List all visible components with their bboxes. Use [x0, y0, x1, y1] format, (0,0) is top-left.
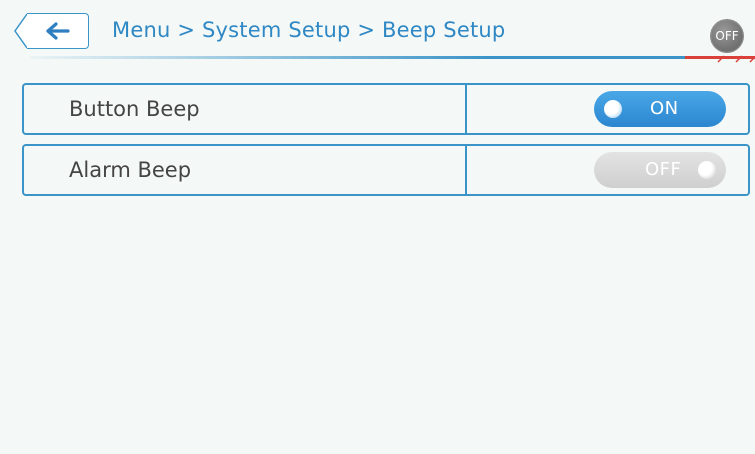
- status-badge[interactable]: OFF: [711, 20, 743, 52]
- back-button-edge: [14, 13, 28, 49]
- toggle-knob-icon: [698, 161, 716, 179]
- alert-stripe-decoration: [717, 55, 755, 63]
- toggle-state-label: OFF: [645, 159, 682, 180]
- header-divider: [30, 56, 685, 59]
- row-divider: [465, 146, 467, 194]
- breadcrumb: Menu > System Setup > Beep Setup: [112, 18, 506, 42]
- button-beep-toggle[interactable]: ON: [594, 91, 726, 127]
- setting-row-button-beep: Button Beep ON: [22, 83, 750, 135]
- row-divider: [465, 85, 467, 133]
- setting-label-button-beep: Button Beep: [69, 97, 200, 121]
- setting-row-alarm-beep: Alarm Beep OFF: [22, 144, 750, 196]
- arrow-left-icon: [45, 22, 70, 40]
- header-bar: Menu > System Setup > Beep Setup OFF: [0, 0, 755, 63]
- back-button[interactable]: [27, 13, 89, 49]
- alarm-beep-toggle[interactable]: OFF: [594, 152, 726, 188]
- toggle-state-label: ON: [650, 98, 679, 119]
- toggle-knob-icon: [604, 100, 622, 118]
- setting-label-alarm-beep: Alarm Beep: [69, 158, 192, 182]
